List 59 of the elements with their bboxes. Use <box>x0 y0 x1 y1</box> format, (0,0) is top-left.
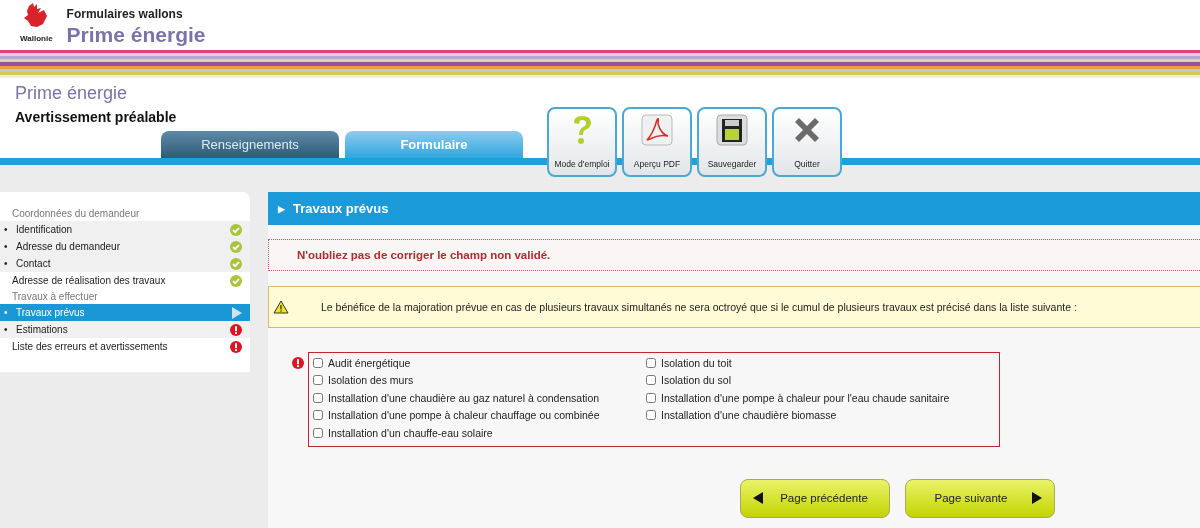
bullet: • <box>4 307 8 318</box>
sidebar-heading: Coordonnées du demandeur <box>11 207 141 221</box>
sidebar-item-label: Liste des erreurs et avertissements <box>12 341 168 352</box>
checkbox-label: Audit énergétique <box>328 356 411 369</box>
toolbar-button[interactable]: Aperçu PDF <box>622 107 692 177</box>
form-title: Prime énergie <box>14 83 129 104</box>
checkbox[interactable] <box>646 392 656 403</box>
bullet: • <box>4 258 8 269</box>
next-page-button[interactable]: Page suivante <box>905 478 1055 518</box>
checkbox-label: Installation d'une pompe à chaleur chauffage ou combinée <box>328 409 600 422</box>
sidebar-item[interactable]: Liste des erreurs et avertissements <box>0 338 250 355</box>
previous-page-button[interactable]: Page précédente <box>740 478 890 518</box>
checkbox[interactable] <box>313 427 323 438</box>
checkbox[interactable] <box>313 375 323 386</box>
error-message: N'oubliez pas de corriger le champ non validé. <box>268 239 1200 271</box>
checkbox-label: Isolation du sol <box>661 374 732 387</box>
checkbox-label: Installation d'une pompe à chaleur pour l'eau chaude sanitaire <box>661 391 950 404</box>
warning-text: Le bénéfice de la majoration prévue en cas de plusieurs travaux simultanés ne sera octroyé que si le cumul de plusieurs travaux est précisé dans la liste suivante : <box>321 301 1077 313</box>
sidebar-item[interactable]: Adresse de réalisation des travaux <box>0 272 250 289</box>
left-arrow-icon <box>753 492 763 504</box>
sidebar-item-label: Adresse de réalisation des travaux <box>12 275 166 286</box>
sidebar-item[interactable]: • Adresse du demandeur <box>0 238 250 255</box>
checkbox-label: Isolation du toit <box>661 356 732 369</box>
warning-icon <box>273 300 289 314</box>
checkbox[interactable] <box>646 375 656 386</box>
sidebar-item-label: Estimations <box>16 324 68 335</box>
bullet: • <box>4 224 8 235</box>
checkbox[interactable] <box>646 357 656 368</box>
bullet: • <box>4 324 8 335</box>
sidebar-item[interactable]: • Estimations <box>0 321 250 338</box>
checkbox-label: Installation d'une chaudière biomasse <box>661 409 837 422</box>
right-arrow-icon <box>1032 492 1042 504</box>
sidebar-item-label: Travaux prévus <box>16 307 85 318</box>
app-title: Prime énergie <box>66 23 206 47</box>
toolbar-button[interactable]: Quitter <box>772 107 842 177</box>
sidebar-item[interactable]: • Contact <box>0 255 250 272</box>
triangle-marker: ▶ <box>278 203 285 214</box>
logo-text: Wallonie <box>20 34 53 43</box>
bullet: • <box>4 241 8 252</box>
sidebar-item-label: Contact <box>16 258 51 269</box>
pdf-icon <box>641 114 673 146</box>
checkbox[interactable] <box>313 392 323 403</box>
toolbar-button[interactable]: Sauvegarder <box>697 107 767 177</box>
site-subtitle: Formulaires wallons <box>66 7 184 21</box>
tab[interactable]: Renseignements <box>161 131 339 158</box>
section-title: Travaux prévus <box>293 201 389 216</box>
checkbox-label: Installation d'un chauffe-eau solaire <box>328 426 493 439</box>
form-subtitle: Avertissement préalable <box>14 109 178 125</box>
sidebar-item[interactable]: • Identification <box>0 221 250 238</box>
checkbox[interactable] <box>313 410 323 421</box>
sidebar-item-label: Identification <box>16 224 73 235</box>
sidebar-heading: Travaux à effectuer <box>11 290 99 304</box>
checkbox-label: Isolation des murs <box>328 374 414 387</box>
sidebar-item-label: Adresse du demandeur <box>16 241 120 252</box>
checkbox-label: Installation d'une chaudière au gaz naturel à condensation <box>328 391 600 404</box>
checkbox[interactable] <box>646 410 656 421</box>
checkbox[interactable] <box>313 357 323 368</box>
toolbar-button[interactable]: Mode d'emploi <box>547 107 617 177</box>
arrow-icon <box>232 306 242 319</box>
